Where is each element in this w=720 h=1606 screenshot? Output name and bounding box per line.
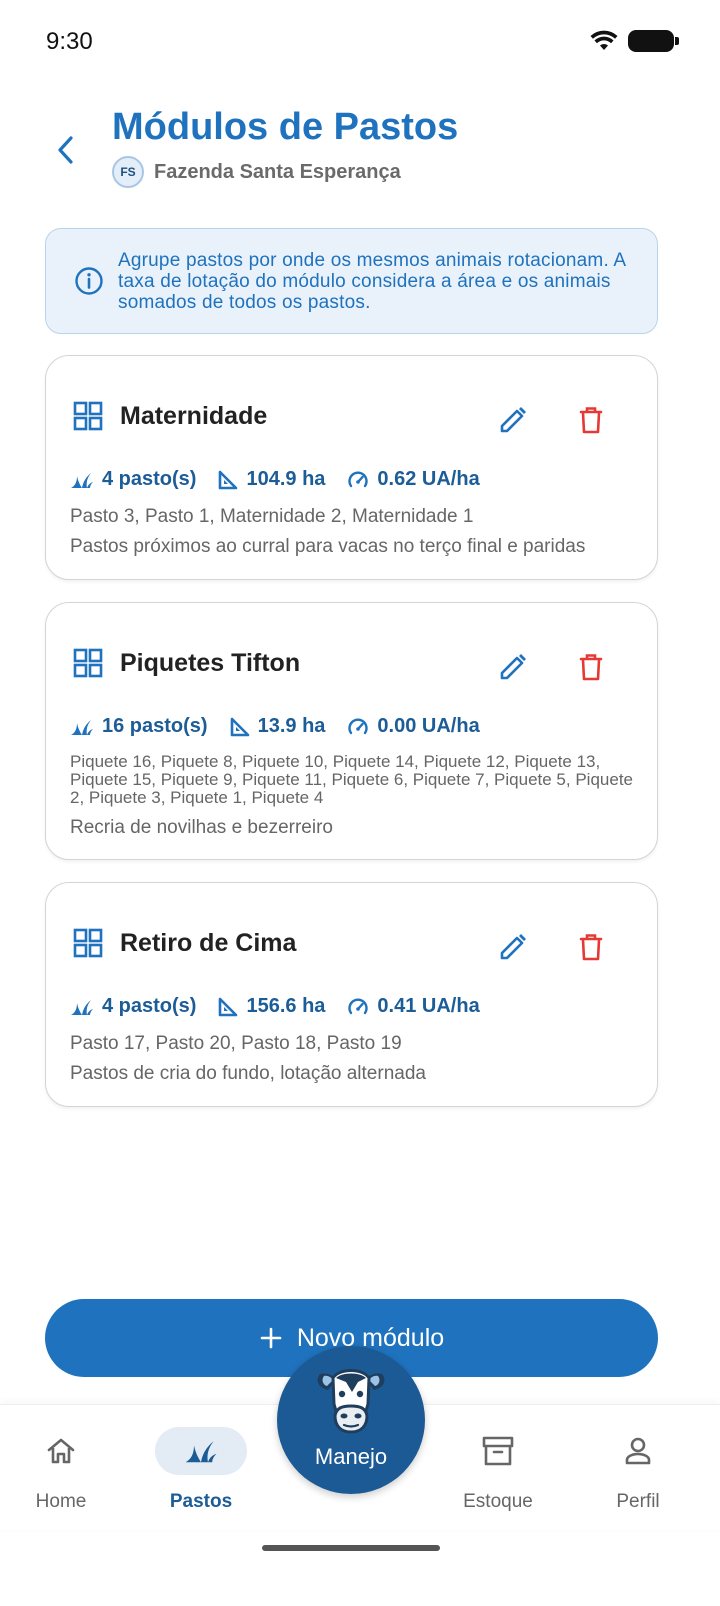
nav-item-home[interactable]: Home xyxy=(34,1427,88,1513)
grass-icon xyxy=(71,472,93,488)
stat-area: 104.9 ha xyxy=(218,468,325,491)
module-header: Piquetes Tifton xyxy=(72,647,300,679)
module-card[interactable]: Maternidade 4 pasto(s) 104.9 ha 0.62 UA/… xyxy=(45,355,658,580)
nav-item-estoque[interactable]: Estoque xyxy=(458,1427,538,1513)
set-square-icon xyxy=(219,997,238,1016)
battery-icon xyxy=(628,30,679,52)
module-description: Pastos de cria do fundo, lotação alterna… xyxy=(70,1063,426,1084)
stat-pastures: 4 pasto(s) xyxy=(70,995,196,1018)
person-icon xyxy=(625,1437,651,1465)
gauge-icon xyxy=(348,470,369,487)
set-square-icon xyxy=(230,717,249,736)
trash-icon xyxy=(579,934,603,961)
grid-icon xyxy=(73,648,103,678)
module-description: Recria de novilhas e bezerreiro xyxy=(70,817,333,838)
pencil-icon xyxy=(500,407,526,433)
wifi-icon xyxy=(590,30,618,50)
grid-icon xyxy=(73,928,103,958)
farm-name: Fazenda Santa Esperança xyxy=(154,160,401,183)
pastures-count: 4 pasto(s) xyxy=(102,995,197,1017)
cow-icon xyxy=(317,1369,385,1434)
info-banner: Agrupe pastos por onde os mesmos animais… xyxy=(45,228,658,334)
status-bar: 9:30 xyxy=(0,0,720,90)
nav-item-pastos[interactable]: Pastos xyxy=(155,1427,247,1513)
farm-selector: FS Fazenda Santa Esperança xyxy=(112,156,401,188)
pencil-icon xyxy=(500,654,526,680)
pastures-count: 16 pasto(s) xyxy=(102,715,208,737)
stat-rate: 0.41 UA/ha xyxy=(347,995,480,1018)
stat-pastures: 4 pasto(s) xyxy=(70,468,196,491)
pastures-list: Pasto 17, Pasto 20, Pasto 18, Pasto 19 xyxy=(70,1033,402,1054)
gauge-icon xyxy=(348,717,369,734)
nav-label-estoque: Estoque xyxy=(463,1491,533,1512)
delete-button[interactable] xyxy=(571,927,611,967)
home-icon xyxy=(47,1438,75,1464)
delete-button[interactable] xyxy=(571,400,611,440)
module-stats: 4 pasto(s) 104.9 ha 0.62 UA/ha xyxy=(70,468,480,491)
delete-button[interactable] xyxy=(571,647,611,687)
area-value: 104.9 ha xyxy=(246,468,326,490)
page-header: Módulos de Pastos FS Fazenda Santa Esper… xyxy=(0,100,720,200)
nav-label-pastos: Pastos xyxy=(169,1491,233,1512)
edit-button[interactable] xyxy=(493,400,533,440)
nav-item-perfil[interactable]: Perfil xyxy=(612,1427,664,1513)
stat-pastures: 16 pasto(s) xyxy=(70,715,208,738)
module-card[interactable]: Piquetes Tifton 16 pasto(s) 13.9 ha 0.00… xyxy=(45,602,658,860)
status-icons xyxy=(590,30,679,52)
nav-label-perfil: Perfil xyxy=(616,1491,660,1512)
manejo-button[interactable]: Manejo xyxy=(277,1346,425,1494)
pencil-icon xyxy=(500,934,526,960)
area-value: 13.9 ha xyxy=(257,715,326,737)
area-value: 156.6 ha xyxy=(246,995,326,1017)
stat-area: 13.9 ha xyxy=(230,715,326,738)
pastures-count: 4 pasto(s) xyxy=(102,468,197,490)
module-stats: 16 pasto(s) 13.9 ha 0.00 UA/ha xyxy=(70,715,480,738)
trash-icon xyxy=(579,654,603,681)
module-stats: 4 pasto(s) 156.6 ha 0.41 UA/ha xyxy=(70,995,480,1018)
rate-value: 0.41 UA/ha xyxy=(377,995,480,1017)
stat-area: 156.6 ha xyxy=(218,995,325,1018)
info-icon xyxy=(75,267,103,295)
module-description: Pastos próximos ao curral para vacas no … xyxy=(70,536,586,557)
page-title: Módulos de Pastos xyxy=(112,106,459,148)
chevron-left-icon xyxy=(58,136,73,164)
pastures-list: Piquete 16, Piquete 8, Piquete 10, Pique… xyxy=(70,752,633,807)
plus-icon xyxy=(260,1327,282,1349)
status-time: 9:30 xyxy=(46,28,93,55)
back-button[interactable] xyxy=(46,128,86,172)
trash-icon xyxy=(579,407,603,434)
set-square-icon xyxy=(219,470,238,489)
stat-rate: 0.00 UA/ha xyxy=(347,715,480,738)
grass-icon xyxy=(71,719,93,735)
module-header: Retiro de Cima xyxy=(72,927,296,959)
grass-icon xyxy=(185,1441,217,1463)
module-name: Retiro de Cima xyxy=(120,928,297,957)
archive-icon xyxy=(482,1436,514,1466)
rate-value: 0.00 UA/ha xyxy=(377,715,480,737)
stat-rate: 0.62 UA/ha xyxy=(347,468,480,491)
gauge-icon xyxy=(348,997,369,1014)
rate-value: 0.62 UA/ha xyxy=(377,468,480,490)
info-text: Agrupe pastos por onde os mesmos animais… xyxy=(118,249,626,313)
nav-label-home: Home xyxy=(35,1491,87,1512)
edit-button[interactable] xyxy=(493,927,533,967)
pastures-list: Pasto 3, Pasto 1, Maternidade 2, Materni… xyxy=(70,506,474,527)
module-card[interactable]: Retiro de Cima 4 pasto(s) 156.6 ha 0.41 … xyxy=(45,882,658,1107)
module-name: Maternidade xyxy=(120,401,268,430)
grid-icon xyxy=(73,401,103,431)
farm-avatar: FS xyxy=(112,156,144,188)
edit-button[interactable] xyxy=(493,647,533,687)
module-header: Maternidade xyxy=(72,400,267,432)
home-indicator xyxy=(262,1545,440,1551)
grass-icon xyxy=(71,999,93,1015)
manejo-label: Manejo xyxy=(314,1444,388,1469)
module-name: Piquetes Tifton xyxy=(120,648,301,677)
